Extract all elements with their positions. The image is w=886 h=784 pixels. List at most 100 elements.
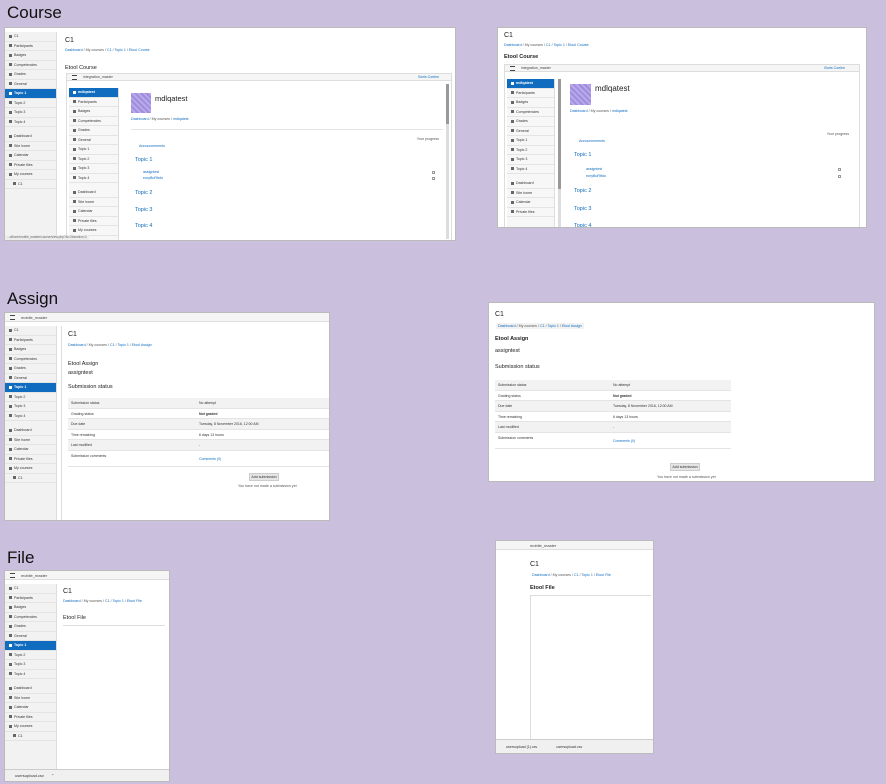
download-item[interactable]: usersupload (1).csv [506,745,537,749]
menu-icon[interactable] [72,74,77,80]
announcements-link[interactable]: Announcements [139,144,165,148]
left-nav: C1 Participants Badges Competencies Grad… [5,32,57,240]
activity-link[interactable]: assigntest [143,170,159,174]
crumb-link[interactable]: Topic 1 [115,48,126,52]
topic-heading[interactable]: Topic 3 [135,207,152,213]
page-title: C1 [68,331,77,338]
submission-table: Submission status No attempt Grading stat… [68,398,329,467]
topic-heading[interactable]: Topic 3 [574,206,591,212]
nav-item[interactable]: Topic 3 [69,164,118,174]
nav-item[interactable]: Competencies [69,117,118,126]
top-navbar: mobile_master [496,541,653,550]
nav-item[interactable]: Participants [69,98,118,107]
nav-item-active[interactable]: mdlqatest [69,88,118,98]
nav-item[interactable]: Topic 4 [5,118,56,127]
nav-item[interactable]: Topic 1 [69,145,118,155]
download-item[interactable]: usersupload.csv [556,745,582,749]
left-nav: C1 Participants Badges Competencies Grad… [5,584,57,769]
nav-item[interactable]: Topic 4 [69,174,118,183]
topic-heading[interactable]: Topic 4 [135,223,152,229]
nav-item[interactable]: Private files [69,217,118,226]
nav-item[interactable]: Dashboard [69,188,118,198]
completion-checkbox[interactable] [838,175,841,178]
nav-item[interactable]: Site home [69,198,118,207]
add-submission-button[interactable]: Add submission [670,463,700,471]
breadcrumb: Dashboard / My courses / C1 / Topic 1 / … [532,573,611,577]
comments-link[interactable]: Comments (0) [613,433,731,448]
topic-heading[interactable]: Topic 4 [574,223,591,227]
topic-heading[interactable]: Topic 1 [574,152,591,158]
nav-item[interactable]: Competencies [5,61,56,70]
submission-note: You have not made a submission yet [238,484,297,488]
breadcrumb: Dashboard / My courses / C1 / Topic 1 / … [504,43,589,47]
crumb-link[interactable]: C1 [107,48,112,52]
nav-item[interactable]: Grades [69,126,118,136]
nav-item[interactable]: Topic 2 [5,99,56,108]
completion-checkbox[interactable] [432,177,435,180]
inner-nav: mdlqatest Participants Badges Competenci… [69,88,119,240]
nav-item[interactable]: Badges [69,107,118,117]
nav-item[interactable]: Calendar [69,207,118,217]
page-title: C1 [504,32,513,39]
assignment-name: assigntest [495,348,520,354]
nav-item[interactable]: Site home [5,142,56,151]
table-row: Grading status Not graded [68,409,329,419]
inner-nav: mdlqatest Participants Badges Competenci… [507,79,555,227]
embedded-frame: integration_master Boris Coelen mdlqates… [66,73,452,240]
activity-link[interactable]: eoryBuRttdo [143,176,163,180]
file-mobile-screenshot: mobile_master C1 Dashboard / My courses … [495,540,654,754]
assign-mobile-screenshot: C1 Dashboard / My courses / C1 / Topic 1… [488,302,875,482]
add-submission-button[interactable]: Add submission [249,473,279,481]
menu-icon[interactable] [510,65,515,71]
scrollbar[interactable] [446,84,449,239]
file-desktop-screenshot: mobile_master C1 Participants Badges Com… [4,570,170,782]
nav-item[interactable]: Badges [5,51,56,61]
module-heading: Etool Course [504,54,539,60]
announcements-link[interactable]: Announcements [579,139,605,143]
activity-link[interactable]: assigntest [586,167,602,171]
menu-icon[interactable] [10,573,15,579]
scrollbar[interactable] [558,79,561,227]
nav-item[interactable]: C1 [5,180,56,189]
crumb-link[interactable]: Dashboard [65,48,83,52]
progress-label: Your progress [826,132,849,136]
section-label-assign: Assign [7,289,59,308]
nav-item[interactable]: Participants [5,42,56,51]
menu-icon[interactable] [10,315,15,321]
nav-item[interactable]: General [5,80,56,89]
inner-topbar: integration_master Boris Coelen [505,65,859,72]
topic-heading[interactable]: Topic 1 [135,157,152,163]
user-name: mdlqatest [595,84,630,93]
nav-item[interactable]: Topic 2 [69,155,118,164]
nav-item[interactable]: Grades [5,70,56,80]
topic-heading[interactable]: Topic 2 [135,190,152,196]
nav-item[interactable]: General [69,136,118,145]
course-desktop-screenshot: C1 Participants Badges Competencies Grad… [4,27,456,241]
nav-item[interactable]: Dashboard [5,132,56,142]
module-heading: Etool Assign [68,361,99,367]
nav-item[interactable]: Private files [5,161,56,170]
completion-checkbox[interactable] [432,171,435,174]
topic-heading[interactable]: Topic 2 [574,188,591,194]
inner-breadcrumb: Dashboard / My courses / mdlqatest [570,109,628,113]
status-url: ...uffiure/mobile_master/course/view.php… [5,235,89,240]
user-menu[interactable]: Boris Coelen [418,74,439,81]
nav-item-active[interactable]: Topic 1 [5,89,56,99]
breadcrumb: Dashboard / My courses / C1 / Topic 1 / … [63,599,142,603]
page-title: C1 [530,561,539,568]
nav-item[interactable]: Calendar [5,151,56,161]
page-title: C1 [63,588,72,595]
assignment-name: assigntest [68,370,93,376]
nav-item[interactable]: My courses [5,170,56,180]
comments-link[interactable]: Comments (0) [199,451,329,466]
left-nav: C1 Participants Badges Competencies Grad… [5,326,57,520]
activity-link[interactable]: eoryBuRttdo [586,174,606,178]
nav-item[interactable]: C1 [5,32,56,42]
user-name: mdlqatest [155,94,188,103]
download-item[interactable]: usersupload.csv [15,773,44,778]
crumb-link[interactable]: Etool Course [129,48,150,52]
breadcrumb: Dashboard / My courses / C1 / Topic 1 / … [68,343,152,347]
completion-checkbox[interactable] [838,168,841,171]
nav-item[interactable]: Topic 3 [5,108,56,118]
submission-table: Submission status No attempt Grading stat… [495,380,731,449]
